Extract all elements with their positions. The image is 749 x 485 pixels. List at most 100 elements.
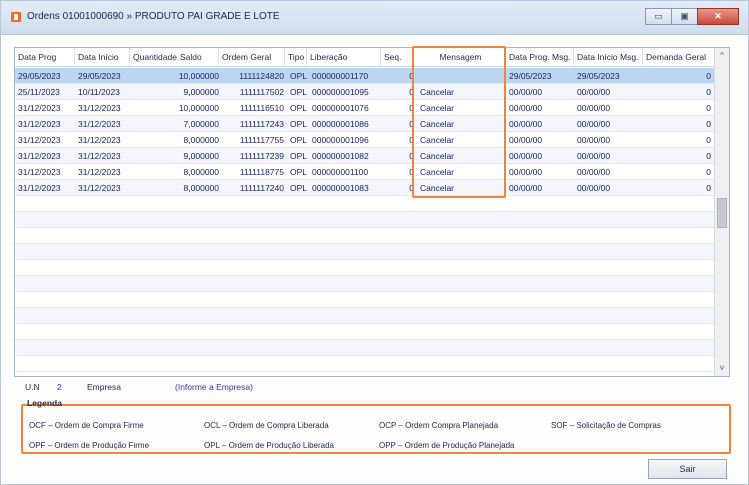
cell-liberacao: 000000001100 (312, 167, 369, 177)
cell-data-inicio: 31/12/2023 (78, 119, 121, 129)
exit-button[interactable]: Sair (648, 459, 727, 479)
table-row[interactable]: 31/12/2023 31/12/2023 9,000000 1111117239 OP… (15, 148, 715, 164)
cell-data-prog: 25/11/2023 (18, 87, 60, 97)
cell-data-prog-msg: 00/00/00 (509, 167, 543, 177)
cell-tipo: OPL (290, 167, 308, 177)
column-header-data-inicio[interactable]: Data Início (75, 48, 130, 67)
legend-item-opl: OPL – Ordem de Produção Liberada (204, 441, 335, 450)
cell-data-inicio: 10/11/2023 (78, 87, 120, 97)
cell-data-prog-msg: 00/00/00 (509, 151, 543, 161)
legend-item-opf: OPF – Ordem de Produção Firme (29, 441, 150, 450)
cell-liberacao: 000000001170 (312, 71, 369, 81)
empty-table-row[interactable] (15, 196, 715, 212)
mensagem-column-highlight (412, 46, 506, 198)
close-button[interactable]: ✕ (697, 8, 739, 25)
cell-ordem-geral: 1111124820 (239, 71, 284, 81)
empty-table-row[interactable] (15, 260, 715, 276)
cell-data-inicio: 31/12/2023 (78, 183, 121, 193)
table-row[interactable]: 31/12/2023 31/12/2023 10,000000 1111116510 O… (15, 100, 715, 116)
cell-data-inicio-msg: 29/05/2023 (577, 71, 620, 81)
cell-quantidade: 8,000000 (183, 167, 219, 177)
table-row[interactable]: 25/11/2023 10/11/2023 9,000000 1111117502 OP… (15, 84, 715, 100)
orders-grid[interactable]: Data Prog Data Início Quantidade Saldo O… (14, 47, 730, 377)
legend-item-ocl: OCL – Ordem de Compra Liberada (204, 421, 329, 430)
column-header-tipo[interactable]: Tipo (285, 48, 307, 67)
empty-table-row[interactable] (15, 276, 715, 292)
cell-tipo: OPL (290, 71, 308, 81)
cell-liberacao: 000000001086 (312, 119, 369, 129)
cell-ordem-geral: 1111117239 (239, 151, 284, 161)
empty-table-row[interactable] (15, 212, 715, 228)
un-label: U.N (25, 382, 40, 392)
cell-data-prog-msg: 29/05/2023 (509, 71, 552, 81)
vertical-scrollbar[interactable]: ^ v (714, 48, 729, 376)
cell-data-inicio-msg: 00/00/00 (577, 103, 611, 113)
empty-table-row[interactable] (15, 228, 715, 244)
legend-item-ocp: OCP – Ordem Compra Planejada (379, 421, 499, 430)
cell-quantidade: 7,000000 (183, 119, 219, 129)
cell-data-prog: 31/12/2023 (18, 167, 61, 177)
cell-liberacao: 000000001082 (312, 151, 369, 161)
cell-demanda-geral: 0 (706, 151, 711, 161)
column-header-ordem-geral[interactable]: Ordem Geral (219, 48, 285, 67)
cell-quantidade: 9,000000 (183, 87, 219, 97)
column-header-seq[interactable]: Seq. (381, 48, 413, 67)
table-row[interactable]: 31/12/2023 31/12/2023 7,000000 1111117243 OP… (15, 116, 715, 132)
cell-ordem-geral: 1111116510 (239, 103, 284, 113)
column-header-demanda-geral[interactable]: Demanda Geral (643, 48, 715, 67)
cell-ordem-geral: 1111117755 (239, 135, 284, 145)
column-header-data-inicio-msg[interactable]: Data Início Msg. (574, 48, 643, 67)
orders-window: Ordens 01001000690 » PRODUTO PAI GRADE E… (0, 0, 749, 485)
cell-tipo: OPL (290, 119, 308, 129)
grid-header: Data Prog Data Início Quantidade Saldo O… (15, 48, 715, 67)
window-title: Ordens 01001000690 » PRODUTO PAI GRADE E… (27, 11, 280, 22)
cell-data-prog: 31/12/2023 (18, 135, 61, 145)
column-header-liberacao[interactable]: Liberação (307, 48, 381, 67)
cell-ordem-geral: 1111117502 (239, 87, 284, 97)
table-row[interactable]: 29/05/2023 29/05/2023 10,000000 1111124820 O… (15, 68, 715, 84)
cell-liberacao: 000000001095 (312, 87, 369, 97)
empty-table-row[interactable] (15, 308, 715, 324)
scroll-down-arrow-icon[interactable]: v (715, 361, 729, 375)
un-value: 2 (57, 382, 62, 392)
column-header-data-prog[interactable]: Data Prog (15, 48, 75, 67)
empty-table-row[interactable] (15, 340, 715, 356)
cell-demanda-geral: 0 (706, 103, 711, 113)
empresa-label: Empresa (87, 382, 122, 392)
scroll-thumb[interactable] (717, 198, 727, 228)
empty-table-row[interactable] (15, 244, 715, 260)
table-row[interactable]: 31/12/2023 31/12/2023 8,000000 1111117240 OP… (15, 180, 715, 196)
window-controls: ▭ ▣ ✕ (645, 8, 739, 25)
empty-table-row[interactable] (15, 324, 715, 340)
empresa-link[interactable]: (Informe a Empresa) (175, 382, 253, 392)
table-row[interactable]: 31/12/2023 31/12/2023 8,000000 1111118775 OP… (15, 164, 715, 180)
maximize-button[interactable]: ▣ (671, 8, 698, 25)
cell-data-prog-msg: 00/00/00 (509, 135, 543, 145)
cell-data-inicio-msg: 00/00/00 (577, 151, 611, 161)
column-header-saldo[interactable]: Saldo (177, 48, 219, 67)
cell-tipo: OPL (290, 87, 308, 97)
minimize-button[interactable]: ▭ (645, 8, 672, 25)
column-header-quantidade[interactable]: Quantidade (130, 48, 182, 67)
cell-data-prog: 31/12/2023 (18, 183, 61, 193)
cell-data-prog: 31/12/2023 (18, 119, 61, 129)
cell-data-inicio-msg: 00/00/00 (577, 119, 611, 129)
empty-table-row[interactable] (15, 292, 715, 308)
title-bar[interactable]: Ordens 01001000690 » PRODUTO PAI GRADE E… (1, 1, 748, 35)
cell-quantidade: 8,000000 (183, 135, 219, 145)
cell-tipo: OPL (290, 151, 308, 161)
legend-item-ocf: OCF – Ordem de Compra Firme (29, 421, 144, 430)
cell-data-prog: 29/05/2023 (18, 71, 61, 81)
cell-tipo: OPL (290, 135, 308, 145)
cell-liberacao: 000000001096 (312, 135, 369, 145)
empty-table-row[interactable] (15, 356, 715, 372)
cell-demanda-geral: 0 (706, 135, 711, 145)
cell-data-inicio: 31/12/2023 (78, 151, 121, 161)
legend-item-sof: SOF – Solicitação de Compras (551, 421, 661, 430)
column-header-data-prog-msg[interactable]: Data Prog. Msg. (506, 48, 574, 67)
cell-ordem-geral: 1111118775 (239, 167, 284, 177)
scroll-up-arrow-icon[interactable]: ^ (715, 49, 729, 63)
table-row[interactable]: 31/12/2023 31/12/2023 8,000000 1111117755 OP… (15, 132, 715, 148)
cell-quantidade: 10,000000 (178, 103, 219, 113)
cell-tipo: OPL (290, 183, 308, 193)
